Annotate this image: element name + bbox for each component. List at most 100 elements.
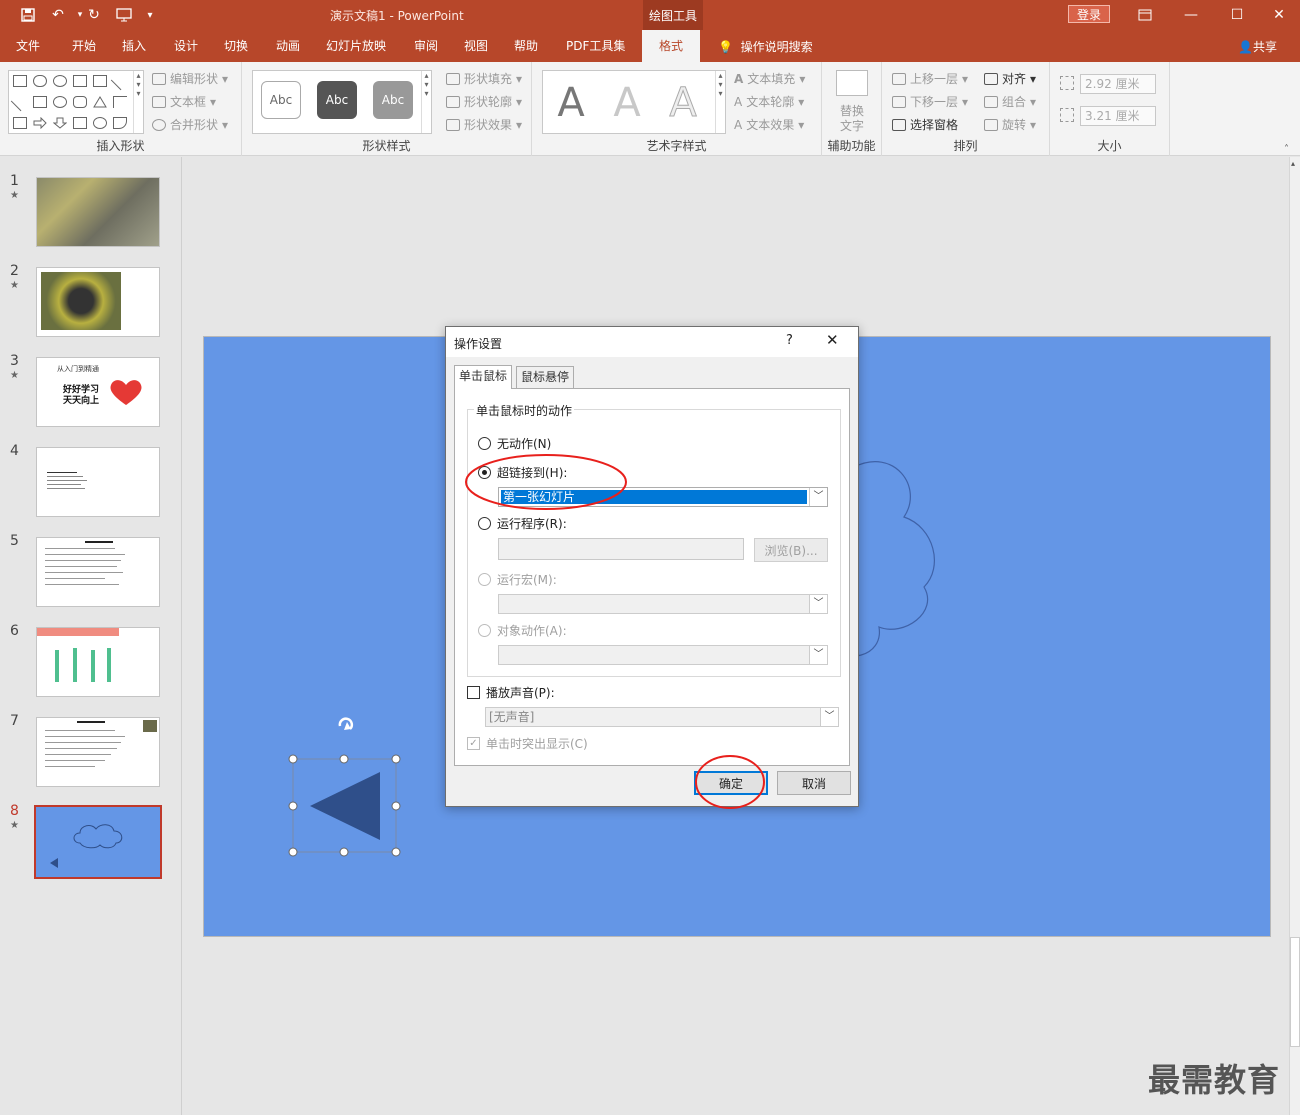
hyperlink-target-select[interactable]: 第一张幻灯片 ﹀	[498, 487, 828, 507]
slide-thumbnail-2[interactable]	[36, 267, 160, 337]
help-icon[interactable]: ?	[786, 333, 793, 348]
tab-slideshow[interactable]: 幻灯片放映	[326, 30, 386, 62]
rounded-rectangle-shape-icon[interactable]	[73, 96, 87, 108]
resize-handle[interactable]	[288, 801, 298, 811]
shape-icon[interactable]	[73, 75, 87, 87]
tab-transitions[interactable]: 切换	[224, 30, 248, 62]
chevron-down-icon[interactable]: ﹀	[820, 708, 838, 726]
cancel-button[interactable]: 取消	[777, 771, 851, 795]
text-effects-button[interactable]: A 文本效果 ▾	[734, 116, 804, 133]
line-shape-icon[interactable]	[110, 71, 130, 91]
wordart-style-2[interactable]: A	[601, 77, 653, 129]
resize-handle[interactable]	[391, 847, 401, 857]
tab-mouse-click[interactable]: 单击鼠标	[454, 365, 513, 389]
customize-toolbar-icon[interactable]: ▾	[138, 5, 162, 25]
triangle-shape-icon[interactable]	[93, 96, 107, 108]
shape-style-1[interactable]: Abc	[261, 81, 301, 119]
curve-shape-icon[interactable]	[113, 117, 127, 129]
login-button[interactable]: 登录	[1068, 5, 1110, 23]
bring-forward-button[interactable]: 上移一层 ▾	[892, 70, 968, 87]
slide-thumbnail-4[interactable]	[36, 447, 160, 517]
arrow-down-shape-icon[interactable]	[52, 117, 68, 129]
radio-run-program[interactable]: 运行程序(R):	[478, 515, 567, 532]
resize-handle[interactable]	[391, 754, 401, 764]
minimize-icon[interactable]: —	[1168, 0, 1214, 30]
wordart-style-3[interactable]: A	[657, 77, 709, 129]
share-button[interactable]: 👤共享	[1238, 38, 1277, 55]
shape-icon[interactable]	[13, 117, 27, 129]
undo-icon[interactable]: ↶	[46, 5, 70, 25]
shape-styles-scroll[interactable]: ▴ ▾ ▾	[421, 71, 431, 133]
resize-handle[interactable]	[391, 801, 401, 811]
scroll-up-icon[interactable]: ▴	[1291, 159, 1295, 168]
shape-icon[interactable]	[93, 75, 107, 87]
text-fill-button[interactable]: A 文本填充 ▾	[734, 70, 805, 87]
scrollbar-thumb[interactable]	[1290, 937, 1300, 1047]
slide-thumbnail-7[interactable]	[36, 717, 160, 787]
radio-no-action[interactable]: 无动作(N)	[478, 435, 551, 452]
wordart-gallery[interactable]: A A A ▴ ▾ ▾	[542, 70, 726, 134]
connector-shape-icon[interactable]	[113, 96, 127, 108]
shape-style-3[interactable]: Abc	[373, 81, 413, 119]
shape-style-2[interactable]: Abc	[317, 81, 357, 119]
redo-icon[interactable]: ↻	[82, 5, 106, 25]
triangle-shape[interactable]	[310, 772, 380, 840]
shapes-gallery[interactable]: ▴ ▾ ▾	[8, 70, 144, 134]
resize-handle[interactable]	[339, 847, 349, 857]
chevron-down-icon[interactable]: ﹀	[809, 488, 827, 506]
tab-view[interactable]: 视图	[464, 30, 488, 62]
chevron-down-icon[interactable]: ﹀	[809, 595, 827, 613]
wordart-style-1[interactable]: A	[545, 77, 597, 129]
tab-format[interactable]: 格式	[642, 30, 700, 62]
ok-button[interactable]: 确定	[694, 771, 768, 795]
shape-width-input[interactable]: 3.21 厘米	[1080, 106, 1156, 126]
radio-hyperlink[interactable]: 超链接到(H):	[478, 464, 567, 481]
macro-select[interactable]: ﹀	[498, 594, 828, 614]
sound-select[interactable]: [无声音] ﹀	[485, 707, 839, 727]
tab-review[interactable]: 审阅	[414, 30, 438, 62]
shape-outline-button[interactable]: 形状轮廓 ▾	[446, 93, 522, 110]
heart-shape-icon[interactable]	[53, 75, 67, 87]
ribbon-display-options-icon[interactable]	[1122, 0, 1168, 30]
rectangle-shape-icon[interactable]	[33, 96, 47, 108]
tab-file[interactable]: 文件	[16, 30, 40, 62]
tab-home[interactable]: 开始	[72, 30, 96, 62]
rotate-button[interactable]: 旋转 ▾	[984, 116, 1036, 133]
tab-insert[interactable]: 插入	[122, 30, 146, 62]
rotate-handle-icon[interactable]	[338, 717, 354, 730]
shape-styles-gallery[interactable]: Abc Abc Abc ▴ ▾ ▾	[252, 70, 432, 134]
tab-animations[interactable]: 动画	[276, 30, 300, 62]
maximize-icon[interactable]: ☐	[1214, 0, 1260, 30]
chevron-down-icon[interactable]: ﹀	[809, 646, 827, 664]
shapes-gallery-scroll[interactable]: ▴ ▾ ▾	[133, 71, 143, 133]
highlight-click-checkbox[interactable]: ✓ 单击时突出显示(C)	[467, 735, 588, 752]
tell-me-search[interactable]: 💡 操作说明搜索	[718, 38, 813, 55]
text-outline-button[interactable]: A 文本轮廓 ▾	[734, 93, 804, 110]
slide-thumbnail-6[interactable]	[36, 627, 160, 697]
shape-fill-button[interactable]: 形状填充 ▾	[446, 70, 522, 87]
selection-pane-button[interactable]: 选择窗格	[892, 116, 958, 133]
slide-thumbnail-3[interactable]: 从入门到精通 好好学习 天天向上	[36, 357, 160, 427]
textbox-button[interactable]: 文本框 ▾	[152, 93, 216, 110]
freeform-shape-icon[interactable]	[93, 117, 107, 129]
object-action-select[interactable]: ﹀	[498, 645, 828, 665]
play-sound-checkbox[interactable]: 播放声音(P):	[467, 684, 555, 701]
tab-pdf-tools[interactable]: PDF工具集	[566, 30, 625, 62]
alt-text-label-2[interactable]: 文字	[840, 117, 864, 134]
browse-button[interactable]: 浏览(B)...	[754, 538, 828, 562]
close-window-icon[interactable]: ✕	[1256, 0, 1300, 30]
save-icon[interactable]	[16, 5, 40, 25]
send-backward-button[interactable]: 下移一层 ▾	[892, 93, 968, 110]
shape-icon[interactable]	[13, 75, 27, 87]
resize-handle[interactable]	[288, 847, 298, 857]
radio-run-macro[interactable]: 运行宏(M):	[478, 571, 557, 588]
shape-icon[interactable]	[33, 75, 47, 87]
slide-thumbnail-1[interactable]	[36, 177, 160, 247]
slideshow-start-icon[interactable]	[112, 5, 136, 25]
shape-icon[interactable]	[73, 117, 87, 129]
close-icon[interactable]: ✕	[826, 331, 839, 349]
slide-thumbnail-5[interactable]	[36, 537, 160, 607]
edit-shape-button[interactable]: 编辑形状 ▾	[152, 70, 228, 87]
shape-height-input[interactable]: 2.92 厘米	[1080, 74, 1156, 94]
group-button[interactable]: 组合 ▾	[984, 93, 1036, 110]
